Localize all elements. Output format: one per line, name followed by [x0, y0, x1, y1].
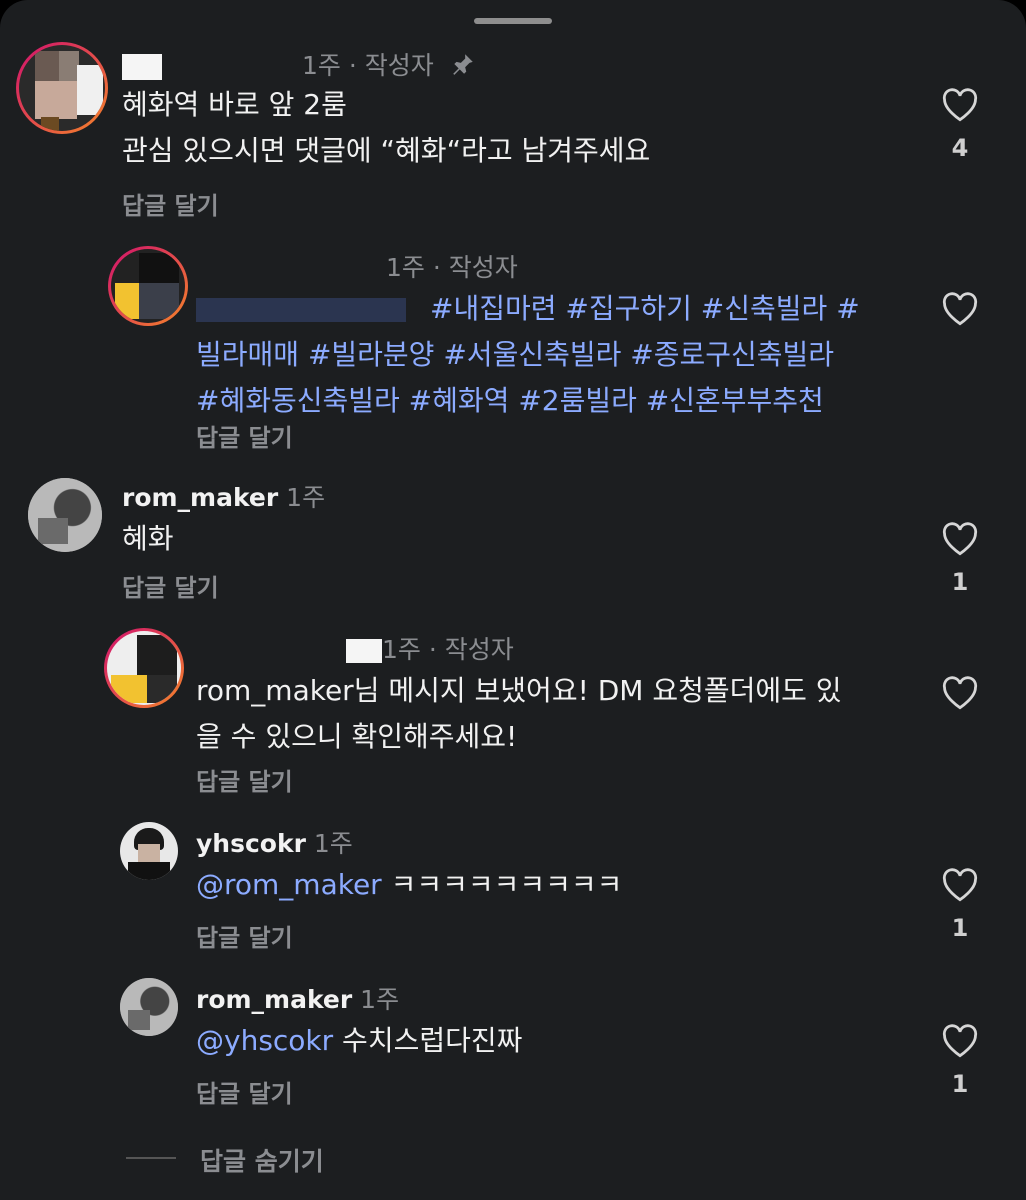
comment-text: #내집마련 #집구하기 #신축빌라 # 빌라매매 #빌라분양 #서울신축빌라 #… — [196, 286, 860, 424]
like-count: 1 — [951, 914, 969, 942]
like-button[interactable]: 1 — [940, 1024, 980, 1098]
comment-time: 1주 · 작성자 — [386, 253, 518, 282]
heart-icon — [942, 522, 978, 556]
divider — [126, 1157, 176, 1159]
username[interactable]: rom_maker — [196, 985, 352, 1014]
hashtag-line[interactable]: #혜화동신축빌라 #혜화역 #2룸빌라 #신혼부부추천 — [196, 378, 860, 424]
reply-button[interactable]: 답글 달기 — [122, 568, 219, 603]
comment-meta: 1주 · 작성자 — [196, 630, 514, 666]
redacted-mention — [196, 298, 406, 322]
like-button[interactable] — [940, 292, 980, 326]
comment-time: 1주 · 작성자 — [382, 635, 514, 664]
reply-button[interactable]: 답글 달기 — [196, 418, 293, 453]
heart-icon — [942, 868, 978, 902]
mention-link[interactable]: @yhscokr — [196, 1024, 333, 1057]
avatar[interactable] — [16, 42, 108, 134]
avatar[interactable] — [28, 478, 102, 552]
like-count: 4 — [951, 134, 969, 162]
comment-text: rom_maker님 메시지 보냈어요! DM 요청폴더에도 있 을 수 있으니… — [196, 668, 842, 760]
avatar[interactable] — [120, 978, 178, 1036]
hashtag-line[interactable]: #내집마련 #집구하기 #신축빌라 # — [196, 286, 860, 332]
username[interactable]: yhscokr — [196, 829, 306, 858]
comment-line: 을 수 있으니 확인해주세요! — [196, 720, 518, 753]
comment-meta: rom_maker 1주 — [196, 980, 399, 1016]
comment-text: 혜화역 바로 앞 2룸 관심 있으시면 댓글에 “혜화“라고 남겨주세요 — [122, 82, 650, 174]
comment-line: 혜화역 바로 앞 2룸 — [122, 88, 347, 121]
sheet-grabber[interactable] — [474, 18, 552, 24]
like-count: 1 — [951, 1070, 969, 1098]
hashtag-line[interactable]: 빌라매매 #빌라분양 #서울신축빌라 #종로구신축빌라 — [196, 332, 860, 378]
heart-icon — [942, 88, 978, 122]
mention-link[interactable]: @rom_maker — [196, 868, 382, 901]
redacted-username — [122, 54, 162, 80]
reply-button[interactable]: 답글 달기 — [196, 1074, 293, 1109]
like-button[interactable]: 1 — [940, 868, 980, 942]
like-button[interactable] — [940, 676, 980, 710]
avatar[interactable] — [120, 822, 178, 880]
like-count: 1 — [951, 568, 969, 596]
comment-line: 관심 있으시면 댓글에 “혜화“라고 남겨주세요 — [122, 134, 651, 167]
comment-time: 1주 · 작성자 — [302, 51, 434, 80]
reply-button[interactable]: 답글 달기 — [196, 762, 293, 797]
pin-icon — [450, 51, 476, 83]
redacted-username-block — [346, 639, 382, 663]
comment-time: 1주 — [313, 829, 353, 858]
comment-time: 1주 — [360, 985, 400, 1014]
reply-button[interactable]: 답글 달기 — [122, 186, 219, 221]
comment-body: ㅋㅋㅋㅋㅋㅋㅋㅋㅋ — [381, 868, 623, 901]
heart-icon — [942, 292, 978, 326]
comment-line: rom_maker님 메시지 보냈어요! DM 요청폴더에도 있 — [196, 674, 842, 707]
username[interactable]: rom_maker — [122, 483, 278, 512]
comment-body: 수치스럽다진짜 — [333, 1024, 523, 1057]
comment-time: 1주 — [286, 483, 326, 512]
hide-replies-button[interactable]: 답글 숨기기 — [200, 1142, 324, 1178]
heart-icon — [942, 1024, 978, 1058]
comments-sheet: 1주 · 작성자 혜화역 바로 앞 2룸 관심 있으시면 댓글에 “혜화“라고 … — [0, 0, 1026, 1200]
comment-meta: 1주 · 작성자 — [196, 248, 518, 284]
comment-meta: yhscokr 1주 — [196, 824, 353, 860]
like-button[interactable]: 4 — [940, 88, 980, 162]
comment-meta: rom_maker 1주 — [122, 478, 325, 514]
reply-button[interactable]: 답글 달기 — [196, 918, 293, 953]
comment-text: @rom_maker ㅋㅋㅋㅋㅋㅋㅋㅋㅋ — [196, 862, 622, 908]
comment-meta: 1주 · 작성자 — [122, 46, 476, 83]
comment-text: @yhscokr 수치스럽다진짜 — [196, 1018, 522, 1064]
like-button[interactable]: 1 — [940, 522, 980, 596]
avatar[interactable] — [104, 628, 184, 708]
avatar[interactable] — [108, 246, 188, 326]
comment-text: 혜화 — [122, 522, 174, 555]
hashtags[interactable]: #내집마련 #집구하기 #신축빌라 # — [430, 292, 860, 325]
heart-icon — [942, 676, 978, 710]
